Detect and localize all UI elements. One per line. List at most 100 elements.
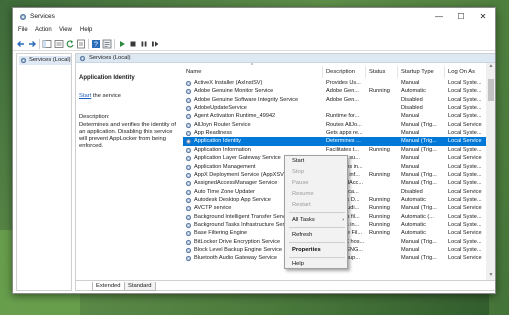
cell-description: Determines ... <box>323 137 366 145</box>
menu-item-stop[interactable]: Stop <box>285 167 349 177</box>
table-row-selected[interactable]: Application Identity Determines ... Manual… <box>183 137 486 146</box>
cell-log-on-as-text: Local Syste... <box>448 247 482 253</box>
menu-file[interactable]: File <box>18 27 28 33</box>
service-gear-icon <box>185 222 192 229</box>
menu-separator <box>289 227 345 228</box>
menu-item-help[interactable]: Help <box>285 259 349 269</box>
column-header-description[interactable]: Description <box>323 66 366 78</box>
cell-startup-type-text: Manual (Trig... <box>401 180 437 187</box>
menu-view[interactable]: View <box>59 27 72 33</box>
cell-startup-type: Manual (Trig... <box>398 238 445 246</box>
cell-log-on-as-text: Local Syste... <box>448 105 482 112</box>
view-list-icon[interactable] <box>54 39 64 49</box>
back-arrow-icon[interactable] <box>16 39 26 49</box>
start-service-play-icon[interactable] <box>117 39 127 49</box>
cell-startup-type-text: Manual <box>401 113 420 120</box>
cell-log-on-as-text: Local Syste... <box>448 171 482 178</box>
menu-item-pause[interactable]: Pause <box>285 178 349 188</box>
cell-startup-type-text: Manual (Trig... <box>401 121 437 128</box>
show-hide-tree-icon[interactable] <box>42 39 52 49</box>
properties-sheet-icon[interactable] <box>102 39 112 49</box>
cell-name-text: Bluetooth Audio Gateway Service <box>194 255 278 262</box>
cell-startup-type: Manual (Trig... <box>398 171 445 179</box>
column-header-log-on-as[interactable]: Log On As <box>445 66 486 78</box>
services-gear-icon <box>20 57 27 64</box>
cell-status: Running <box>366 229 398 237</box>
cell-status-text: Running <box>369 205 390 212</box>
cell-description-text: Gets apps re... <box>326 130 363 137</box>
refresh-icon[interactable] <box>65 39 75 49</box>
column-header-status[interactable]: Status <box>366 66 398 78</box>
menu-item-start[interactable]: Start <box>285 156 349 166</box>
tree-item-services-local[interactable]: Services (Local) <box>19 56 71 65</box>
cell-name-text: AVCTP service <box>194 205 232 212</box>
tab-extended[interactable]: Extended <box>92 282 125 291</box>
cell-log-on-as-text: Local Syste... <box>448 146 482 153</box>
cell-log-on-as: Local Service <box>445 188 486 196</box>
table-row[interactable]: AllJoyn Router Service Routes AllJo... Man… <box>183 121 486 129</box>
submenu-arrow-icon: › <box>342 217 344 223</box>
restart-service-icon[interactable] <box>150 39 160 49</box>
service-gear-icon <box>185 122 192 128</box>
export-list-icon[interactable] <box>76 39 86 49</box>
table-row[interactable]: Agent Activation Runtime_49942 Runtime fo… <box>183 112 486 120</box>
menu-item-resume[interactable]: Resume <box>285 189 349 199</box>
service-gear-icon <box>185 172 192 178</box>
scrollbar-thumb[interactable] <box>488 79 494 101</box>
cell-name-text: Base Filtering Engine <box>194 230 248 237</box>
cell-log-on-as-text: Local Service <box>448 230 482 237</box>
cell-startup-type-text: Automatic <box>401 230 426 237</box>
menu-separator <box>289 257 345 258</box>
svg-text:?: ? <box>94 42 98 49</box>
service-gear-icon <box>185 197 192 203</box>
cell-startup-type: Automatic (... <box>398 213 445 221</box>
menu-item-restart[interactable]: Restart <box>285 200 349 210</box>
toolbar-separator <box>39 39 40 49</box>
pause-service-icon[interactable] <box>139 39 149 49</box>
tab-standard[interactable]: Standard <box>124 282 156 291</box>
close-button[interactable]: ✕ <box>472 10 494 24</box>
service-gear-icon <box>185 239 192 245</box>
table-row[interactable]: Adobe Genuine Monitor Service Adobe Gen..… <box>183 87 486 95</box>
service-gear-icon <box>185 231 192 237</box>
table-row[interactable]: ActiveX Installer (AxInstSV) Provides Us.… <box>183 79 486 87</box>
table-row[interactable]: Adobe Genuine Software Integrity Service… <box>183 96 486 104</box>
menu-action[interactable]: Action <box>35 27 52 33</box>
scroll-down-arrow-icon[interactable]: ▼ <box>486 272 495 280</box>
cell-log-on-as: Local Syste... <box>445 87 486 95</box>
view-tabs: Extended Standard <box>76 280 495 291</box>
cell-status: Running <box>366 171 398 179</box>
cell-startup-type: Automatic <box>398 229 445 237</box>
vertical-scrollbar[interactable]: ▲ ▼ <box>486 63 495 280</box>
table-row[interactable]: App Readiness Gets apps re... Manual Local … <box>183 129 486 137</box>
cell-log-on-as-text: Local Syste... <box>448 80 482 86</box>
menu-item-properties[interactable]: Properties <box>285 245 349 255</box>
column-header-startup-type[interactable]: Startup Type <box>398 66 445 78</box>
menu-help[interactable]: Help <box>80 27 92 33</box>
toolbar-separator <box>114 39 115 49</box>
scroll-up-arrow-icon[interactable]: ▲ <box>486 63 495 71</box>
column-header-name[interactable]: Name <box>183 66 323 78</box>
stop-service-icon[interactable] <box>128 39 138 49</box>
cell-log-on-as: Local Syste... <box>445 238 486 246</box>
cell-log-on-as-text: Local Service <box>448 155 482 162</box>
cell-log-on-as-text: Local Service <box>448 255 482 262</box>
cell-startup-type: Manual (Trig... <box>398 146 445 154</box>
services-gear-icon <box>20 14 26 20</box>
cell-log-on-as-text: Local Syste... <box>448 238 482 245</box>
cell-description: Facilitates t... <box>323 146 366 154</box>
help-icon[interactable]: ? <box>91 39 101 49</box>
table-row[interactable]: Application Information Facilitates t... R… <box>183 146 486 154</box>
service-gear-icon <box>185 131 192 137</box>
cell-name-text: BitLocker Drive Encryption Service <box>194 238 281 245</box>
cell-startup-type: Manual (Trig... <box>398 204 445 212</box>
table-row[interactable]: AdobeUpdateService Disabled Local Syste... <box>183 104 486 112</box>
minimize-button[interactable]: — <box>428 10 450 24</box>
menu-item-all-tasks[interactable]: All Tasks › <box>285 215 349 225</box>
start-service-link[interactable]: Start <box>79 93 91 99</box>
cell-name: Application Identity <box>183 137 323 145</box>
forward-arrow-icon[interactable] <box>27 39 37 49</box>
cell-startup-type-text: Automatic <box>401 196 426 203</box>
menu-item-refresh[interactable]: Refresh <box>285 230 349 240</box>
maximize-button[interactable]: ☐ <box>450 10 472 24</box>
